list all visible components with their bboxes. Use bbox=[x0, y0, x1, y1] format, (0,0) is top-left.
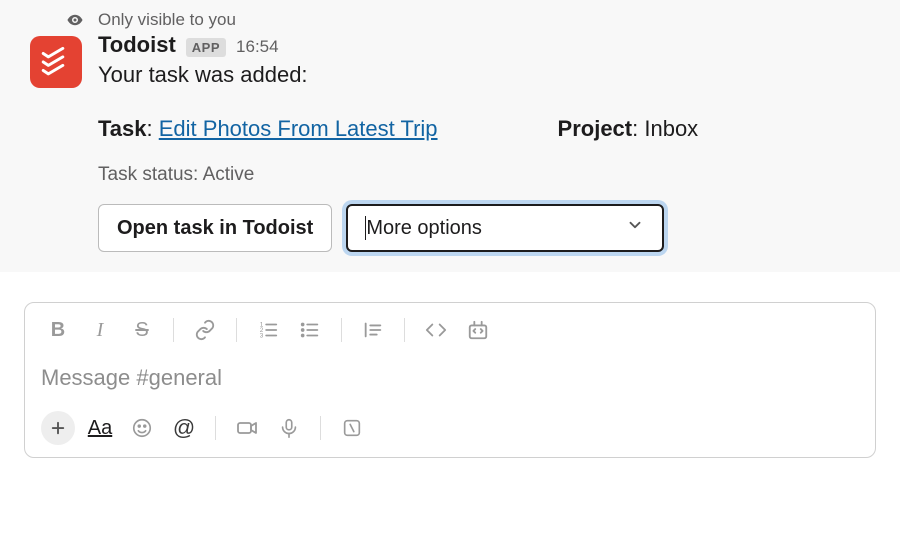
todoist-avatar bbox=[30, 36, 82, 88]
status-value: Active bbox=[203, 164, 255, 185]
task-added-text: Your task was added: bbox=[98, 62, 870, 88]
bold-button[interactable]: B bbox=[41, 313, 75, 347]
formatting-toggle-button[interactable]: Aa bbox=[83, 411, 117, 445]
more-options-select[interactable]: More options bbox=[346, 204, 664, 252]
toolbar-divider bbox=[320, 416, 321, 440]
toolbar-divider bbox=[173, 318, 174, 342]
eye-icon bbox=[66, 11, 84, 29]
blockquote-button[interactable] bbox=[356, 313, 390, 347]
app-name: Todoist bbox=[98, 32, 176, 58]
visibility-text: Only visible to you bbox=[98, 10, 236, 30]
message-timestamp: 16:54 bbox=[236, 37, 279, 57]
emoji-button[interactable] bbox=[125, 411, 159, 445]
audio-button[interactable] bbox=[272, 411, 306, 445]
task-field-label: Task bbox=[98, 116, 147, 141]
task-link[interactable]: Edit Photos From Latest Trip bbox=[159, 116, 438, 141]
open-task-button[interactable]: Open task in Todoist bbox=[98, 204, 332, 252]
link-button[interactable] bbox=[188, 313, 222, 347]
app-badge: APP bbox=[186, 38, 226, 57]
strikethrough-button[interactable]: S bbox=[125, 313, 159, 347]
toolbar-divider bbox=[236, 318, 237, 342]
mention-button[interactable]: @ bbox=[167, 411, 201, 445]
message-area: Only visible to you Todoist APP 16:54 Yo… bbox=[0, 0, 900, 272]
task-status: Task status: Active bbox=[98, 164, 870, 186]
attach-button[interactable] bbox=[41, 411, 75, 445]
message-header: Todoist APP 16:54 bbox=[98, 32, 870, 58]
video-button[interactable] bbox=[230, 411, 264, 445]
ordered-list-button[interactable]: 123 bbox=[251, 313, 285, 347]
svg-text:3: 3 bbox=[260, 332, 264, 339]
message-input[interactable]: Message #general bbox=[41, 365, 859, 391]
task-field: Task: Edit Photos From Latest Trip bbox=[98, 116, 438, 142]
status-label: Task status bbox=[98, 164, 193, 185]
project-field-label: Project bbox=[558, 116, 633, 141]
more-options-label: More options bbox=[366, 217, 482, 240]
project-field: Project: Inbox bbox=[558, 116, 699, 142]
bullet-list-button[interactable] bbox=[293, 313, 327, 347]
composer-actions: Aa @ bbox=[41, 411, 859, 445]
toolbar-divider bbox=[404, 318, 405, 342]
toolbar-divider bbox=[215, 416, 216, 440]
code-block-button[interactable] bbox=[461, 313, 495, 347]
shortcuts-button[interactable] bbox=[335, 411, 369, 445]
visibility-notice: Only visible to you bbox=[66, 10, 870, 30]
code-button[interactable] bbox=[419, 313, 453, 347]
project-value: Inbox bbox=[644, 116, 698, 141]
italic-button[interactable]: I bbox=[83, 313, 117, 347]
formatting-toolbar: B I S 123 bbox=[41, 313, 859, 347]
chevron-down-icon bbox=[626, 216, 644, 240]
toolbar-divider bbox=[341, 318, 342, 342]
message-composer: B I S 123 Message #general Aa bbox=[24, 302, 876, 458]
